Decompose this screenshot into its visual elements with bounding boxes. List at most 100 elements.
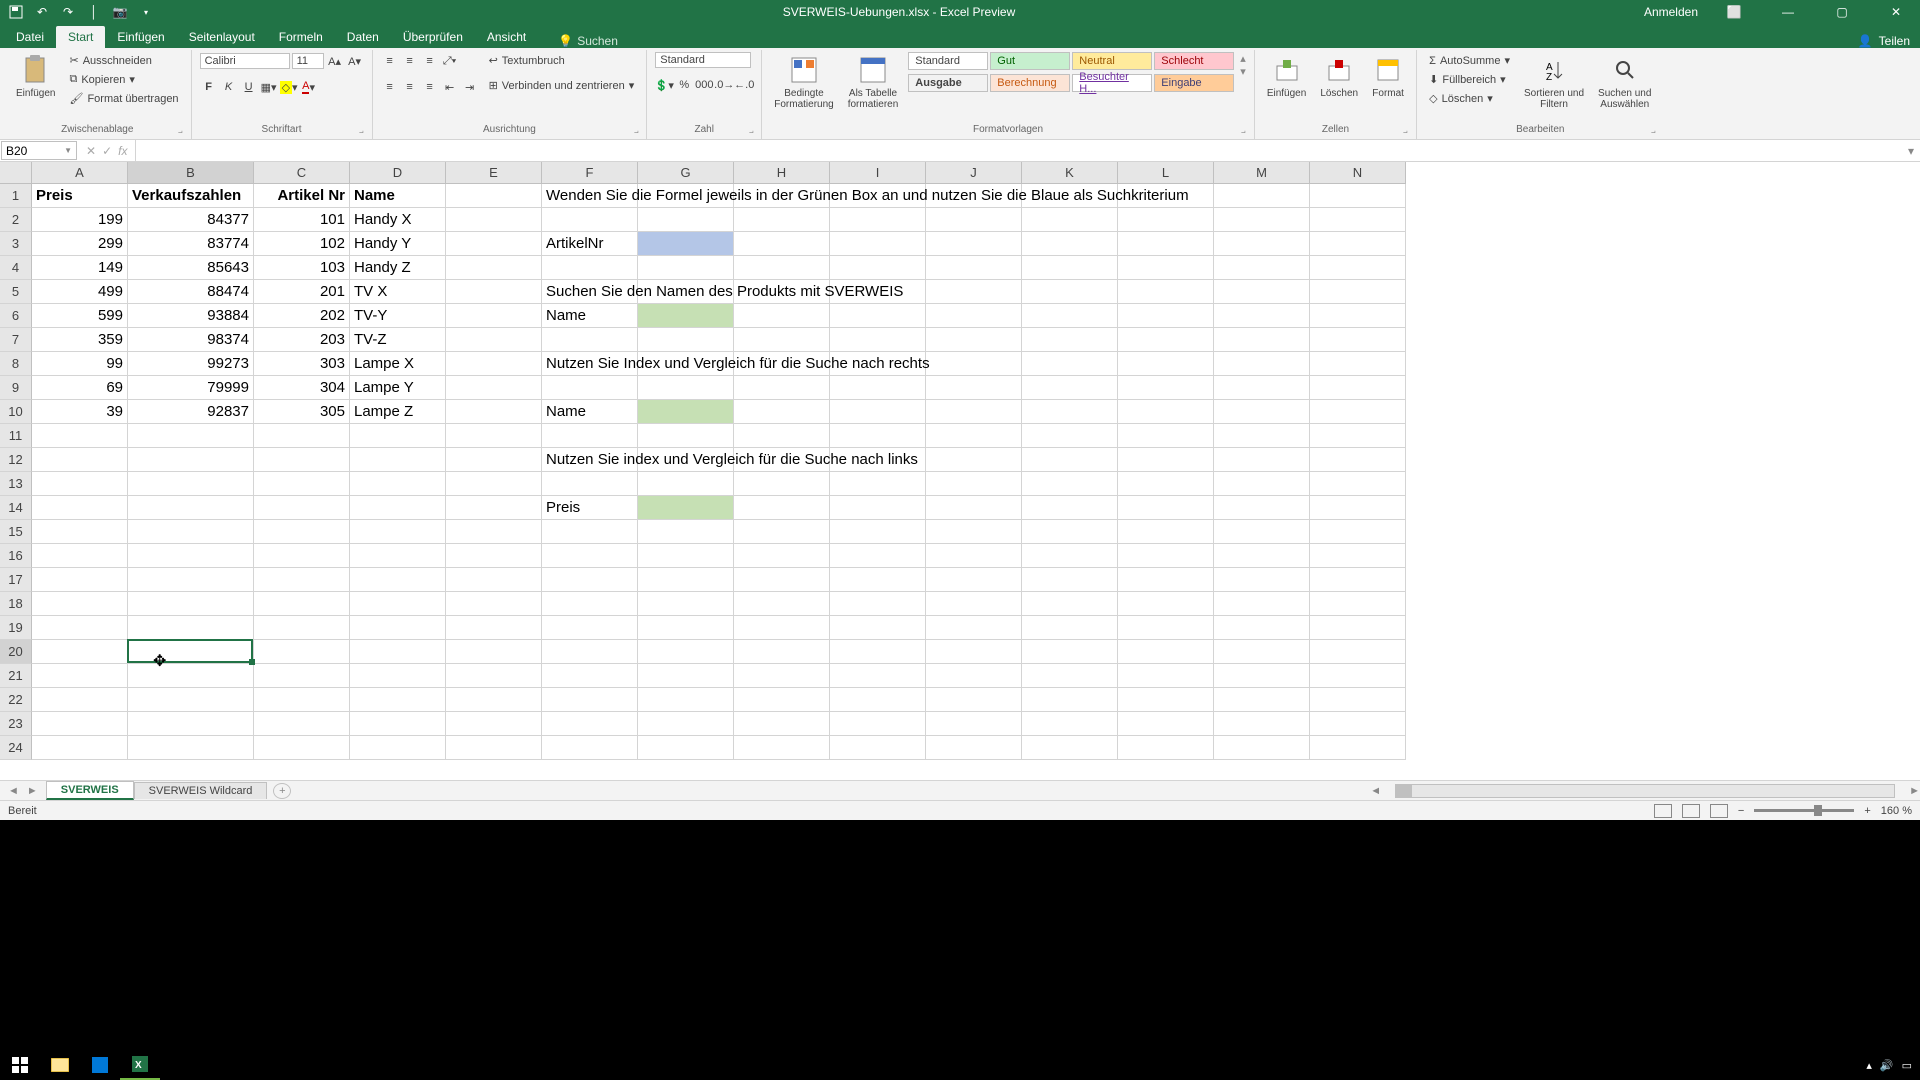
cell-G24[interactable] [638, 736, 734, 760]
horizontal-scrollbar[interactable] [1395, 784, 1895, 798]
cell-G16[interactable] [638, 544, 734, 568]
cell-J6[interactable] [926, 304, 1022, 328]
cell-I2[interactable] [830, 208, 926, 232]
cell-L17[interactable] [1118, 568, 1214, 592]
cell-A21[interactable] [32, 664, 128, 688]
cell-M8[interactable] [1214, 352, 1310, 376]
signin-button[interactable]: Anmelden [1644, 5, 1698, 19]
row-header-12[interactable]: 12 [0, 448, 32, 472]
cell-A20[interactable] [32, 640, 128, 664]
cell-C22[interactable] [254, 688, 350, 712]
style-eingabe[interactable]: Eingabe [1154, 74, 1234, 92]
align-center-icon[interactable]: ≡ [401, 78, 419, 96]
cell-M24[interactable] [1214, 736, 1310, 760]
column-header-I[interactable]: I [830, 162, 926, 184]
cell-I17[interactable] [830, 568, 926, 592]
cell-N24[interactable] [1310, 736, 1406, 760]
cell-M14[interactable] [1214, 496, 1310, 520]
cell-I21[interactable] [830, 664, 926, 688]
cell-K3[interactable] [1022, 232, 1118, 256]
cell-B19[interactable] [128, 616, 254, 640]
cell-H14[interactable] [734, 496, 830, 520]
cell-G6[interactable] [638, 304, 734, 328]
cell-K6[interactable] [1022, 304, 1118, 328]
cell-E19[interactable] [446, 616, 542, 640]
cell-N13[interactable] [1310, 472, 1406, 496]
cell-D14[interactable] [350, 496, 446, 520]
cell-E8[interactable] [446, 352, 542, 376]
cell-A2[interactable]: 199 [32, 208, 128, 232]
cell-N18[interactable] [1310, 592, 1406, 616]
cell-A19[interactable] [32, 616, 128, 640]
row-header-21[interactable]: 21 [0, 664, 32, 688]
cell-C12[interactable] [254, 448, 350, 472]
cell-C18[interactable] [254, 592, 350, 616]
cell-I20[interactable] [830, 640, 926, 664]
cell-D15[interactable] [350, 520, 446, 544]
cell-L3[interactable] [1118, 232, 1214, 256]
row-header-11[interactable]: 11 [0, 424, 32, 448]
cell-D9[interactable]: Lampe Y [350, 376, 446, 400]
italic-button[interactable]: K [220, 78, 238, 96]
cell-J4[interactable] [926, 256, 1022, 280]
cell-N19[interactable] [1310, 616, 1406, 640]
close-button[interactable]: ✕ [1878, 0, 1914, 24]
cell-H24[interactable] [734, 736, 830, 760]
format-as-table-button[interactable]: Als Tabelle formatieren [844, 52, 903, 112]
row-header-8[interactable]: 8 [0, 352, 32, 376]
cell-I18[interactable] [830, 592, 926, 616]
cell-M1[interactable] [1214, 184, 1310, 208]
font-color-button[interactable]: A▾ [300, 78, 318, 96]
cell-I3[interactable] [830, 232, 926, 256]
cell-A18[interactable] [32, 592, 128, 616]
tab-einfuegen[interactable]: Einfügen [105, 26, 176, 48]
cell-M15[interactable] [1214, 520, 1310, 544]
save-icon[interactable] [8, 4, 24, 20]
cell-F16[interactable] [542, 544, 638, 568]
autosum-button[interactable]: ΣAutoSumme ▾ [1425, 52, 1514, 69]
cell-M23[interactable] [1214, 712, 1310, 736]
cell-D5[interactable]: TV X [350, 280, 446, 304]
cell-E6[interactable] [446, 304, 542, 328]
cell-A5[interactable]: 499 [32, 280, 128, 304]
cell-E3[interactable] [446, 232, 542, 256]
cell-I14[interactable] [830, 496, 926, 520]
cell-F10[interactable]: Name [542, 400, 638, 424]
cell-L20[interactable] [1118, 640, 1214, 664]
percent-icon[interactable]: % [675, 76, 693, 94]
row-header-13[interactable]: 13 [0, 472, 32, 496]
cell-M22[interactable] [1214, 688, 1310, 712]
cell-L19[interactable] [1118, 616, 1214, 640]
cell-H16[interactable] [734, 544, 830, 568]
cell-D4[interactable]: Handy Z [350, 256, 446, 280]
row-header-18[interactable]: 18 [0, 592, 32, 616]
cell-N8[interactable] [1310, 352, 1406, 376]
tray-up-icon[interactable]: ▴ [1866, 1059, 1872, 1072]
cell-G23[interactable] [638, 712, 734, 736]
cell-H13[interactable] [734, 472, 830, 496]
hscroll-right-icon[interactable]: ► [1909, 785, 1920, 797]
cell-C10[interactable]: 305 [254, 400, 350, 424]
cell-D11[interactable] [350, 424, 446, 448]
cell-G2[interactable] [638, 208, 734, 232]
cell-G15[interactable] [638, 520, 734, 544]
cell-C4[interactable]: 103 [254, 256, 350, 280]
cell-J20[interactable] [926, 640, 1022, 664]
cell-A16[interactable] [32, 544, 128, 568]
cell-G11[interactable] [638, 424, 734, 448]
cell-C13[interactable] [254, 472, 350, 496]
cell-B10[interactable]: 92837 [128, 400, 254, 424]
cell-A9[interactable]: 69 [32, 376, 128, 400]
view-break-icon[interactable] [1710, 804, 1728, 818]
cell-H7[interactable] [734, 328, 830, 352]
cell-F5[interactable]: Suchen Sie den Namen des Produkts mit SV… [542, 280, 638, 304]
cell-B20[interactable] [128, 640, 254, 664]
cell-B7[interactable]: 98374 [128, 328, 254, 352]
cell-D18[interactable] [350, 592, 446, 616]
cell-H22[interactable] [734, 688, 830, 712]
cell-L2[interactable] [1118, 208, 1214, 232]
cell-E2[interactable] [446, 208, 542, 232]
row-header-3[interactable]: 3 [0, 232, 32, 256]
cell-K22[interactable] [1022, 688, 1118, 712]
font-name-select[interactable]: Calibri [200, 53, 290, 69]
